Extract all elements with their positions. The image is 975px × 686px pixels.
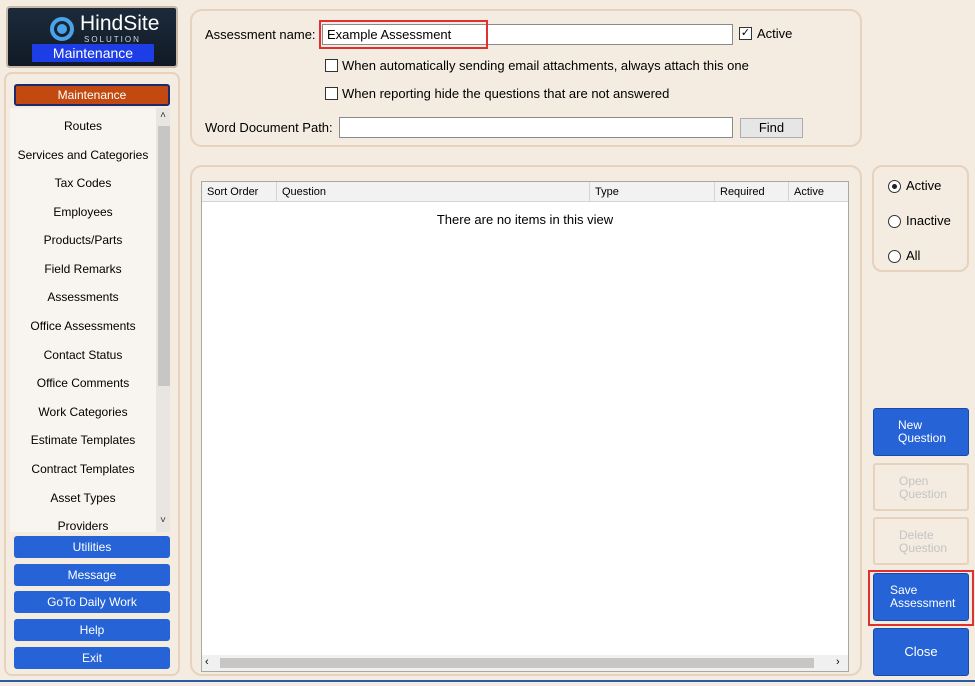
column-question[interactable]: Question (277, 182, 590, 202)
help-button[interactable]: Help (14, 619, 170, 641)
open-question-button[interactable]: Open Question (873, 463, 969, 511)
logo-mark-icon (50, 17, 74, 41)
hide-unanswered-label: When reporting hide the questions that a… (342, 86, 670, 101)
column-active[interactable]: Active (789, 182, 848, 202)
nav-item-employees[interactable]: Employees (10, 198, 156, 226)
nav-item-tax-codes[interactable]: Tax Codes (10, 169, 156, 197)
filter-active-label: Active (906, 178, 942, 193)
attach-email-label: When automatically sending email attachm… (342, 58, 749, 73)
close-button[interactable]: Close (873, 628, 969, 676)
assessment-name-highlight (319, 20, 488, 49)
attach-email-checkbox[interactable] (325, 59, 338, 72)
nav-item-office-comments[interactable]: Office Comments (10, 369, 156, 397)
filter-inactive-label: Inactive (906, 213, 951, 228)
filter-all-label: All (906, 248, 921, 263)
open-question-label: Open Question (899, 474, 948, 501)
active-checkbox-label: Active (757, 26, 793, 41)
column-type[interactable]: Type (590, 182, 715, 202)
nav-list: Routes Services and Categories Tax Codes… (10, 108, 156, 532)
logo-banner: Maintenance (32, 44, 154, 62)
column-sort-order[interactable]: Sort Order (202, 182, 277, 202)
nav-item-contact-status[interactable]: Contact Status (10, 341, 156, 369)
nav-item-services-and-categories[interactable]: Services and Categories (10, 141, 156, 169)
nav-section-maintenance[interactable]: Maintenance (14, 84, 170, 106)
word-document-path-input[interactable] (339, 117, 733, 138)
filter-all-radio[interactable] (888, 250, 901, 263)
nav-item-contract-templates[interactable]: Contract Templates (10, 455, 156, 483)
delete-question-button[interactable]: Delete Question (873, 517, 969, 565)
scroll-down-arrow-icon[interactable]: ˅ (156, 515, 170, 526)
nav-item-routes[interactable]: Routes (10, 112, 156, 140)
nav-item-field-remarks[interactable]: Field Remarks (10, 255, 156, 283)
goto-daily-work-button[interactable]: GoTo Daily Work (14, 591, 170, 613)
active-checkbox[interactable]: ✓ (739, 27, 752, 40)
assessment-name-label: Assessment name: (205, 27, 316, 42)
new-question-label: New Question (898, 418, 947, 445)
window-bottom-border (0, 680, 975, 682)
nav-item-asset-types[interactable]: Asset Types (10, 484, 156, 512)
save-assessment-highlight (868, 570, 974, 626)
utilities-button[interactable]: Utilities (14, 536, 170, 558)
filter-inactive-radio[interactable] (888, 215, 901, 228)
new-question-button[interactable]: New Question (873, 408, 969, 456)
scroll-right-arrow-icon[interactable]: › (836, 656, 840, 668)
nav-item-office-assessments[interactable]: Office Assessments (10, 312, 156, 340)
nav-item-work-categories[interactable]: Work Categories (10, 398, 156, 426)
logo-word: HindSite (80, 12, 160, 35)
filter-active-radio[interactable] (888, 180, 901, 193)
scroll-left-arrow-icon[interactable]: ‹ (205, 656, 209, 668)
message-button[interactable]: Message (14, 564, 170, 586)
nav-item-estimate-templates[interactable]: Estimate Templates (10, 426, 156, 454)
scroll-up-arrow-icon[interactable]: ˄ (156, 110, 170, 121)
empty-view-message: There are no items in this view (436, 212, 614, 227)
hide-unanswered-checkbox[interactable] (325, 87, 338, 100)
nav-scrollbar-thumb[interactable] (158, 126, 170, 386)
nav-item-providers[interactable]: Providers (10, 512, 156, 532)
app-logo: HindSite SOLUTION Maintenance (6, 6, 178, 68)
find-button[interactable]: Find (740, 118, 803, 138)
delete-question-label: Delete Question (899, 528, 948, 555)
exit-button[interactable]: Exit (14, 647, 170, 669)
questions-grid[interactable] (201, 181, 849, 672)
column-required[interactable]: Required (715, 182, 789, 202)
logo-subtitle: SOLUTION (84, 35, 141, 44)
grid-scrollbar-thumb[interactable] (220, 658, 814, 668)
nav-item-products-parts[interactable]: Products/Parts (10, 226, 156, 254)
word-document-path-label: Word Document Path: (205, 120, 333, 135)
nav-item-assessments[interactable]: Assessments (10, 283, 156, 311)
